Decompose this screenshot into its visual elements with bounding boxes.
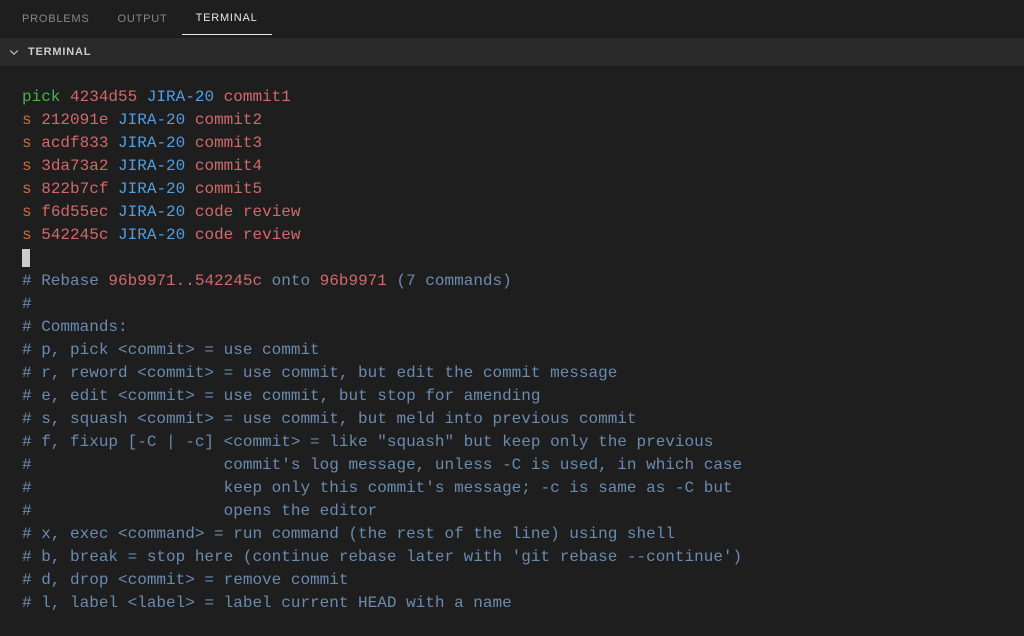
commit-hash: 822b7cf bbox=[41, 180, 108, 198]
panel-header-bar[interactable]: TERMINAL bbox=[0, 38, 1024, 66]
rebase-action: s bbox=[22, 157, 32, 175]
ticket-id: JIRA-20 bbox=[118, 157, 185, 175]
ticket-id: JIRA-20 bbox=[118, 134, 185, 152]
rebase-header-comment: # Rebase 96b9971..542245c onto 96b9971 (… bbox=[22, 270, 1014, 293]
comment-line: # s, squash <commit> = use commit, but m… bbox=[22, 408, 1014, 431]
comment-line: # r, reword <commit> = use commit, but e… bbox=[22, 362, 1014, 385]
text-cursor bbox=[22, 249, 30, 267]
rebase-line: s 822b7cf JIRA-20 commit5 bbox=[22, 178, 1014, 201]
ticket-id: JIRA-20 bbox=[118, 111, 185, 129]
comment-line: # opens the editor bbox=[22, 500, 1014, 523]
comment-line: # f, fixup [-C | -c] <commit> = like "sq… bbox=[22, 431, 1014, 454]
comment-line: # keep only this commit's message; -c is… bbox=[22, 477, 1014, 500]
commit-msg: commit2 bbox=[195, 111, 262, 129]
commit-hash: 3da73a2 bbox=[41, 157, 108, 175]
ticket-id: JIRA-20 bbox=[118, 180, 185, 198]
rebase-line: pick 4234d55 JIRA-20 commit1 bbox=[22, 86, 1014, 109]
rebase-action: s bbox=[22, 111, 32, 129]
rebase-line: s 3da73a2 JIRA-20 commit4 bbox=[22, 155, 1014, 178]
rebase-action: s bbox=[22, 226, 32, 244]
commit-msg: commit5 bbox=[195, 180, 262, 198]
ticket-id: JIRA-20 bbox=[147, 88, 214, 106]
rebase-action: s bbox=[22, 180, 32, 198]
comment-line: # x, exec <command> = run command (the r… bbox=[22, 523, 1014, 546]
commit-hash: 542245c bbox=[41, 226, 108, 244]
cursor-line bbox=[22, 247, 1014, 270]
commit-hash: 212091e bbox=[41, 111, 108, 129]
comment-line: # l, label <label> = label current HEAD … bbox=[22, 592, 1014, 615]
ticket-id: JIRA-20 bbox=[118, 226, 185, 244]
chevron-down-icon bbox=[8, 46, 20, 58]
rebase-action: s bbox=[22, 134, 32, 152]
commit-msg: commit1 bbox=[224, 88, 291, 106]
commit-msg: commit3 bbox=[195, 134, 262, 152]
tab-problems[interactable]: PROBLEMS bbox=[8, 3, 104, 35]
rebase-line: s 212091e JIRA-20 commit2 bbox=[22, 109, 1014, 132]
comment-line: # e, edit <commit> = use commit, but sto… bbox=[22, 385, 1014, 408]
terminal-content[interactable]: pick 4234d55 JIRA-20 commit1s 212091e JI… bbox=[0, 66, 1024, 615]
commit-hash: f6d55ec bbox=[41, 203, 108, 221]
rebase-action: s bbox=[22, 203, 32, 221]
commit-msg: code review bbox=[195, 226, 301, 244]
rebase-action: pick bbox=[22, 88, 60, 106]
commit-hash: acdf833 bbox=[41, 134, 108, 152]
commit-msg: code review bbox=[195, 203, 301, 221]
commit-msg: commit4 bbox=[195, 157, 262, 175]
comment-line: # p, pick <commit> = use commit bbox=[22, 339, 1014, 362]
commit-hash: 4234d55 bbox=[70, 88, 137, 106]
ticket-id: JIRA-20 bbox=[118, 203, 185, 221]
tab-output[interactable]: OUTPUT bbox=[104, 3, 182, 35]
comment-line: # b, break = stop here (continue rebase … bbox=[22, 546, 1014, 569]
comment-line: # bbox=[22, 293, 1014, 316]
comment-line: # d, drop <commit> = remove commit bbox=[22, 569, 1014, 592]
rebase-line: s 542245c JIRA-20 code review bbox=[22, 224, 1014, 247]
panel-title: TERMINAL bbox=[28, 46, 91, 58]
comment-line: # Commands: bbox=[22, 316, 1014, 339]
comment-line: # commit's log message, unless -C is use… bbox=[22, 454, 1014, 477]
rebase-line: s f6d55ec JIRA-20 code review bbox=[22, 201, 1014, 224]
rebase-line: s acdf833 JIRA-20 commit3 bbox=[22, 132, 1014, 155]
panel-tabs: PROBLEMS OUTPUT TERMINAL bbox=[0, 0, 1024, 38]
tab-terminal[interactable]: TERMINAL bbox=[182, 2, 272, 35]
